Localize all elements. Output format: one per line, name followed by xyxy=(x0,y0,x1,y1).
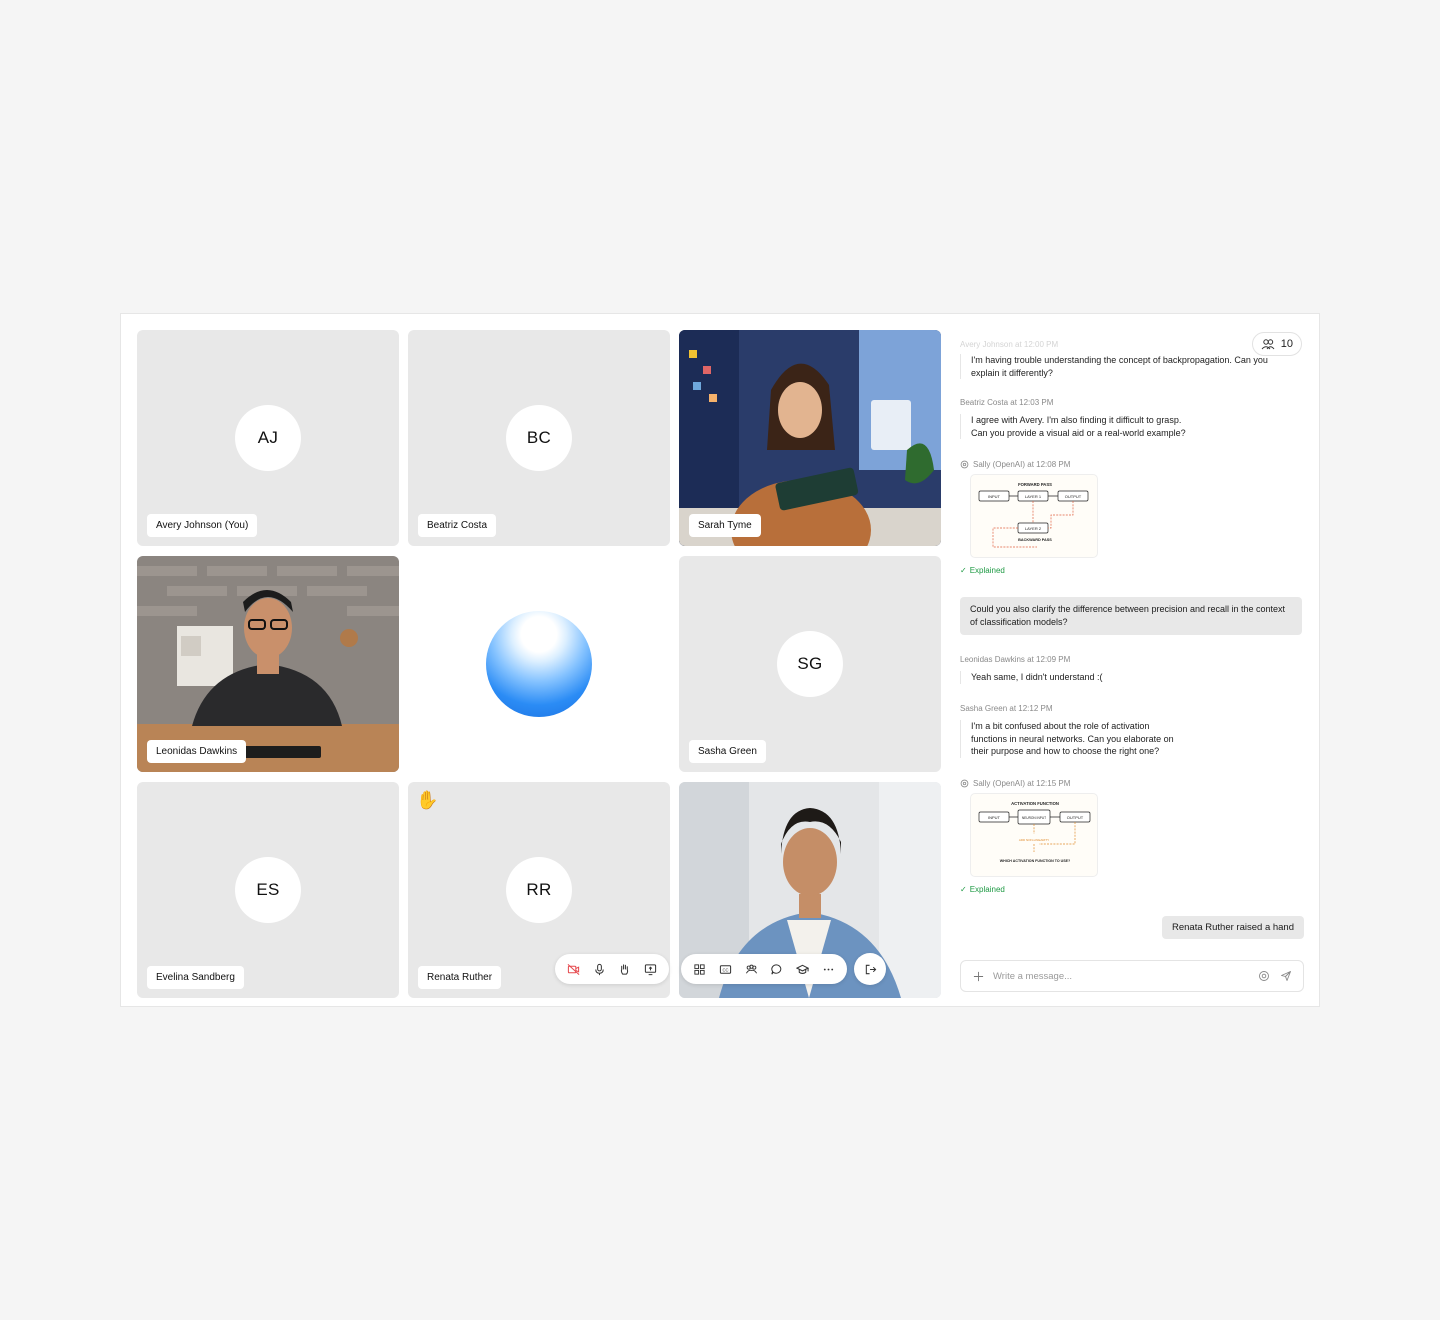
participants-button[interactable] xyxy=(738,956,764,983)
camera-off-icon xyxy=(567,963,580,975)
ai-assistant-orb xyxy=(486,611,592,717)
participant-name: Sasha Green xyxy=(689,740,766,763)
share-screen-icon xyxy=(644,963,656,975)
chat-panel: 10 Avery Johnson at 12:00 PM I'm having … xyxy=(960,330,1304,992)
participant-tile-avery[interactable]: AJ Avery Johnson (You) xyxy=(137,330,399,546)
diagram-image[interactable]: FORWARD PASS INPUT LAYER 1 OUTPUT LAYER … xyxy=(970,474,1098,558)
camera-off-button[interactable] xyxy=(561,956,587,983)
add-attachment-button[interactable] xyxy=(971,969,985,983)
diagram-title: ACTIVATION FUNCTION xyxy=(1011,801,1059,806)
participant-tile-evelina[interactable]: ES Evelina Sandberg xyxy=(137,782,399,998)
avatar: SG xyxy=(777,631,843,697)
ai-assistant-tile[interactable] xyxy=(408,556,670,772)
meeting-options-toolbar: CC xyxy=(681,954,847,984)
diagram-node: OUTPUT xyxy=(1067,815,1084,820)
participant-name: Renata Ruther xyxy=(418,966,502,989)
message-text: I'm having trouble understanding the con… xyxy=(960,354,1290,379)
diagram-image[interactable]: ACTIVATION FUNCTION INPUT NEURON INPUT O… xyxy=(970,793,1098,877)
check-icon: ✓ xyxy=(960,885,967,894)
explained-status: ✓ Explained xyxy=(960,566,1290,575)
diagram-title: FORWARD PASS xyxy=(1018,482,1052,487)
activation-function-diagram: ACTIVATION FUNCTION INPUT NEURON INPUT O… xyxy=(978,801,1091,863)
explained-status: ✓ Explained xyxy=(960,885,1290,894)
openai-icon xyxy=(960,779,969,788)
message-author: Beatriz Costa at 12:03 PM xyxy=(960,398,1054,407)
own-message-bubble: Could you also clarify the difference be… xyxy=(960,597,1302,635)
chat-button[interactable] xyxy=(764,956,790,983)
message-author: Sasha Green at 12:12 PM xyxy=(960,704,1053,713)
send-button[interactable] xyxy=(1279,969,1293,983)
media-controls-toolbar xyxy=(555,954,669,984)
message-composer xyxy=(960,960,1304,992)
status-label: Explained xyxy=(969,566,1005,575)
more-button[interactable] xyxy=(815,956,841,983)
raised-hand-notice: Renata Ruther raised a hand xyxy=(1162,916,1304,939)
diagram-caption: WHICH ACTIVATION FUNCTION TO USE? xyxy=(1000,859,1071,863)
diagram-node: OUTPUT xyxy=(1065,494,1082,499)
send-icon xyxy=(1281,971,1291,981)
ai-message: Sally (OpenAI) at 12:15 PM ACTIVATION FU… xyxy=(960,779,1290,894)
avatar: AJ xyxy=(235,405,301,471)
leave-call-button[interactable] xyxy=(854,953,886,985)
chat-message: Sasha Green at 12:12 PM I'm a bit confus… xyxy=(960,704,1290,758)
share-screen-button[interactable] xyxy=(638,956,664,983)
message-author: Sally (OpenAI) at 12:15 PM xyxy=(973,779,1071,788)
leave-icon xyxy=(865,964,876,974)
participants-icon xyxy=(745,964,757,973)
meeting-window: AJ Avery Johnson (You) BC Beatriz Costa … xyxy=(120,313,1320,1007)
message-input[interactable] xyxy=(993,970,1249,982)
grid-view-button[interactable] xyxy=(687,956,713,983)
message-author: Sally (OpenAI) at 12:08 PM xyxy=(973,460,1071,469)
microphone-button[interactable] xyxy=(587,956,613,983)
diagram-node: LAYER 2 xyxy=(1025,526,1042,531)
more-icon xyxy=(823,968,833,970)
participant-tile-beatriz[interactable]: BC Beatriz Costa xyxy=(408,330,670,546)
message-text: I'm a bit confused about the role of act… xyxy=(960,720,1290,758)
learning-button[interactable] xyxy=(790,956,816,983)
avatar: BC xyxy=(506,405,572,471)
participant-name: Leonidas Dawkins xyxy=(147,740,247,763)
participant-name: Sarah Tyme xyxy=(689,514,761,537)
diagram-caption: BACKWARD PASS xyxy=(1018,538,1052,542)
diagram-node: NEURON INPUT xyxy=(1022,816,1046,820)
raised-hand-icon: ✋ xyxy=(416,790,439,810)
chat-message: Leonidas Dawkins at 12:09 PM Yeah same, … xyxy=(960,655,1290,684)
openai-icon xyxy=(1259,971,1269,981)
openai-icon xyxy=(960,460,969,469)
participant-name: Evelina Sandberg xyxy=(147,966,244,989)
diagram-node: INPUT xyxy=(988,815,1001,820)
participant-tile-leonidas[interactable]: Leonidas Dawkins xyxy=(137,556,399,772)
status-label: Explained xyxy=(969,885,1005,894)
message-author: Leonidas Dawkins at 12:09 PM xyxy=(960,655,1071,664)
captions-button[interactable]: CC xyxy=(713,956,739,983)
participant-tile-sarah[interactable]: Sarah Tyme xyxy=(679,330,941,546)
grid-view-icon xyxy=(694,963,705,975)
ai-message: Sally (OpenAI) at 12:08 PM FORWARD PASS … xyxy=(960,460,1290,575)
avatar: RR xyxy=(506,857,572,923)
chat-icon xyxy=(771,963,782,974)
message-text: Yeah same, I didn't understand :( xyxy=(960,671,1290,684)
plus-icon xyxy=(973,971,983,981)
avatar: ES xyxy=(235,857,301,923)
captions-icon: CC xyxy=(719,964,732,974)
diagram-node: INPUT xyxy=(988,494,1001,499)
participant-name: Beatriz Costa xyxy=(418,514,497,537)
diagram-node: ADD NON-LINEARITY xyxy=(1019,838,1049,842)
participant-tile-sasha[interactable]: SG Sasha Green xyxy=(679,556,941,772)
message-author: Avery Johnson at 12:00 PM xyxy=(960,340,1059,349)
chat-message: Beatriz Costa at 12:03 PM I agree with A… xyxy=(960,398,1290,439)
participant-name: Avery Johnson (You) xyxy=(147,514,258,537)
microphone-icon xyxy=(595,963,604,975)
learning-icon xyxy=(796,964,810,974)
backpropagation-diagram: FORWARD PASS INPUT LAYER 1 OUTPUT LAYER … xyxy=(978,482,1089,548)
ai-assist-button[interactable] xyxy=(1257,969,1271,983)
check-icon: ✓ xyxy=(960,566,967,575)
raise-hand-button[interactable] xyxy=(612,956,638,983)
chat-message: Avery Johnson at 12:00 PM I'm having tro… xyxy=(960,340,1290,379)
message-text: I agree with Avery. I'm also finding it … xyxy=(960,414,1290,439)
svg-text:CC: CC xyxy=(722,967,728,972)
raise-hand-icon xyxy=(621,963,629,975)
diagram-node: LAYER 1 xyxy=(1025,494,1042,499)
